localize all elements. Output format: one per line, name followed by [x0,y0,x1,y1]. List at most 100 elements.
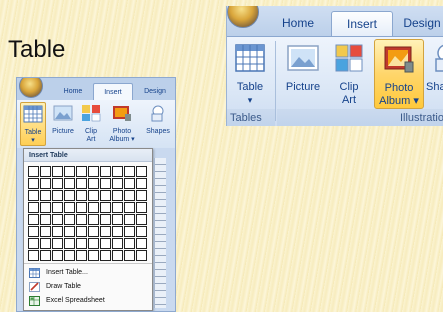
table-grid-cell[interactable] [76,226,87,237]
photo-album-button-small[interactable]: Photo Album ▾ [105,102,139,146]
table-grid-cell[interactable] [28,226,39,237]
table-grid-cell[interactable] [100,166,111,177]
table-grid-cell[interactable] [136,190,147,201]
table-grid-cell[interactable] [52,202,63,213]
table-grid-cell[interactable] [100,226,111,237]
table-grid-cell[interactable] [40,226,51,237]
table-grid-cell[interactable] [28,190,39,201]
tab-design[interactable]: Design [397,11,443,36]
table-grid-cell[interactable] [52,190,63,201]
table-grid-cell[interactable] [124,238,135,249]
tab-design-small[interactable]: Design [135,83,175,100]
table-grid-cell[interactable] [76,166,87,177]
table-grid-cell[interactable] [124,190,135,201]
table-grid-cell[interactable] [136,202,147,213]
shapes-button-small[interactable]: Shapes [141,102,175,146]
office-button-icon[interactable] [227,6,259,28]
table-grid-cell[interactable] [100,238,111,249]
table-grid-cell[interactable] [40,250,51,261]
table-grid-cell[interactable] [124,202,135,213]
table-grid-cell[interactable] [64,190,75,201]
table-grid-cell[interactable] [100,202,111,213]
table-grid-cell[interactable] [52,166,63,177]
table-grid-cell[interactable] [112,214,123,225]
menu-item-excel-spreadsheet[interactable]: Excel Spreadsheet [24,294,152,308]
menu-item-insert-table[interactable]: Insert Table... [24,266,152,280]
table-size-grid[interactable] [28,166,147,261]
tab-home[interactable]: Home [269,11,327,36]
table-grid-cell[interactable] [40,190,51,201]
table-grid-cell[interactable] [52,250,63,261]
office-button-small-icon[interactable] [19,78,43,98]
table-grid-cell[interactable] [112,226,123,237]
table-grid-cell[interactable] [124,178,135,189]
shapes-button[interactable]: Sha [426,39,443,109]
table-grid-cell[interactable] [76,250,87,261]
table-grid-cell[interactable] [88,166,99,177]
table-grid-cell[interactable] [40,202,51,213]
table-grid-cell[interactable] [76,190,87,201]
table-grid-cell[interactable] [112,190,123,201]
table-grid-cell[interactable] [136,166,147,177]
table-grid-cell[interactable] [100,214,111,225]
table-grid-cell[interactable] [64,238,75,249]
table-grid-cell[interactable] [76,214,87,225]
table-grid-cell[interactable] [100,190,111,201]
table-grid-cell[interactable] [88,250,99,261]
table-grid-cell[interactable] [100,178,111,189]
table-grid-cell[interactable] [124,214,135,225]
table-grid-cell[interactable] [40,214,51,225]
table-grid-cell[interactable] [88,190,99,201]
clip-art-button-small[interactable]: Clip Art [79,102,103,146]
table-grid-cell[interactable] [52,178,63,189]
table-grid-cell[interactable] [76,238,87,249]
table-grid-cell[interactable] [28,250,39,261]
clip-art-button[interactable]: Clip Art [329,39,369,109]
table-grid-cell[interactable] [124,226,135,237]
table-grid-cell[interactable] [28,202,39,213]
table-grid-cell[interactable] [100,250,111,261]
table-grid-cell[interactable] [124,166,135,177]
tab-insert-small[interactable]: Insert [93,83,133,100]
table-grid-cell[interactable] [52,226,63,237]
table-grid-cell[interactable] [112,166,123,177]
photo-album-button[interactable]: Photo Album ▾ [374,39,424,109]
table-grid-cell[interactable] [136,214,147,225]
tab-home-small[interactable]: Home [55,83,91,100]
table-grid-cell[interactable] [64,250,75,261]
table-grid-cell[interactable] [40,238,51,249]
table-grid-cell[interactable] [40,178,51,189]
table-button-small[interactable]: Table ▾ [20,102,46,146]
table-grid-cell[interactable] [112,178,123,189]
table-grid-cell[interactable] [28,238,39,249]
table-grid-cell[interactable] [52,214,63,225]
table-grid-cell[interactable] [64,178,75,189]
table-grid-cell[interactable] [88,226,99,237]
table-grid-cell[interactable] [136,178,147,189]
table-grid-cell[interactable] [28,166,39,177]
table-grid-cell[interactable] [64,226,75,237]
table-grid-cell[interactable] [136,250,147,261]
table-grid-cell[interactable] [88,202,99,213]
table-grid-cell[interactable] [88,214,99,225]
table-grid-cell[interactable] [112,238,123,249]
table-grid-cell[interactable] [64,202,75,213]
picture-button-small[interactable]: Picture [49,102,77,146]
table-grid-cell[interactable] [124,250,135,261]
table-grid-cell[interactable] [88,178,99,189]
table-grid-cell[interactable] [52,238,63,249]
table-grid-cell[interactable] [28,178,39,189]
table-grid-cell[interactable] [136,238,147,249]
table-grid-cell[interactable] [76,178,87,189]
table-grid-cell[interactable] [64,214,75,225]
table-grid-cell[interactable] [76,202,87,213]
table-grid-cell[interactable] [136,226,147,237]
table-grid-cell[interactable] [112,250,123,261]
table-grid-cell[interactable] [64,166,75,177]
picture-button[interactable]: Picture [279,39,327,109]
table-grid-cell[interactable] [88,238,99,249]
table-grid-cell[interactable] [28,214,39,225]
table-grid-cell[interactable] [112,202,123,213]
menu-item-draw-table[interactable]: Draw Table [24,280,152,294]
table-button[interactable]: Table ▾ [229,39,271,109]
